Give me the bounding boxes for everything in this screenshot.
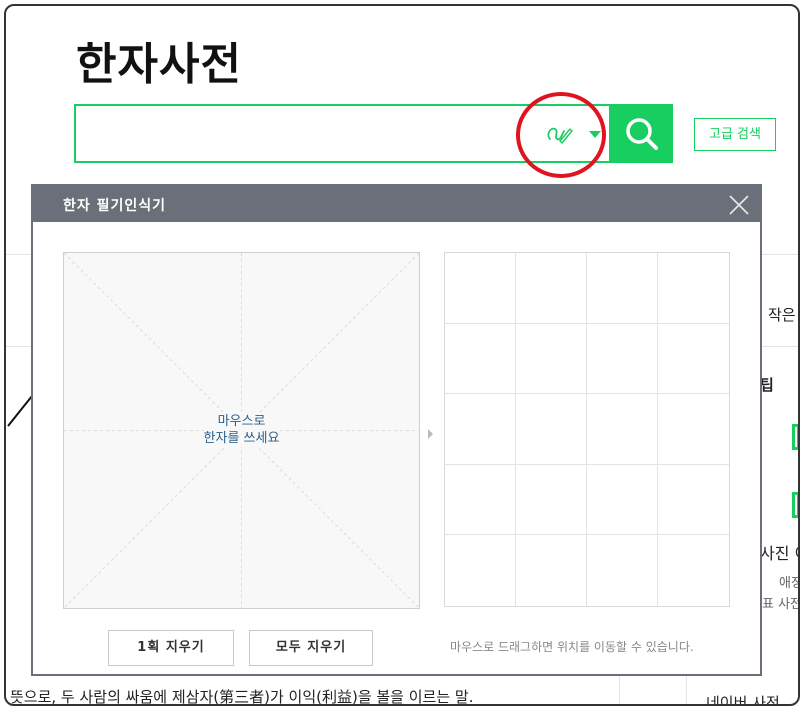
candidate-grid <box>444 252 730 607</box>
drawing-hint-line2: 한자를 쓰세요 <box>203 430 280 447</box>
green-marker <box>792 424 798 450</box>
browser-frame: 한자사전 작은 팁 사진 이 애정 표 사전 뜻으로, 두 사람의 싸움에 제삼… <box>4 4 800 706</box>
divider <box>619 676 620 704</box>
side-label-dict: 사진 이 <box>760 544 798 563</box>
search-button[interactable] <box>611 104 673 163</box>
side-label-small: 작은 <box>768 306 796 324</box>
candidate-cell[interactable] <box>445 464 516 536</box>
page-title: 한자사전 <box>76 39 242 90</box>
candidate-cell[interactable] <box>658 253 729 324</box>
candidate-cell[interactable] <box>587 464 658 536</box>
side-label-tip: 팁 <box>760 376 774 394</box>
search-box <box>74 104 611 163</box>
bottom-sentence: 뜻으로, 두 사람의 싸움에 제삼자(第三者)가 이익(利益)을 볼을 이르는 … <box>10 688 474 706</box>
arrow-right-icon <box>428 429 433 439</box>
close-icon[interactable] <box>728 194 750 216</box>
candidate-cell[interactable] <box>445 394 516 465</box>
candidate-cell[interactable] <box>516 323 587 395</box>
candidate-cell[interactable] <box>516 535 587 606</box>
candidate-cell[interactable] <box>587 253 658 324</box>
drag-note: 마우스로 드래그하면 위치를 이동할 수 있습니다. <box>450 640 694 654</box>
candidate-cell[interactable] <box>587 535 658 606</box>
candidate-cell[interactable] <box>658 465 729 536</box>
panel-title: 한자 필기인식기 <box>63 198 167 214</box>
caret-down-icon[interactable] <box>589 131 601 138</box>
side-label-love: 애정 <box>779 576 798 591</box>
divider <box>686 676 687 704</box>
candidate-cell[interactable] <box>658 394 729 465</box>
clear-stroke-button[interactable]: 1획 지우기 <box>108 630 234 666</box>
search-input[interactable] <box>84 112 508 156</box>
candidate-cell[interactable] <box>445 323 516 395</box>
advanced-search-button[interactable]: 고급 검색 <box>694 118 776 151</box>
divider <box>758 346 798 347</box>
pen-icon[interactable] <box>544 121 574 147</box>
divider <box>758 254 798 255</box>
panel-header[interactable]: 한자 필기인식기 <box>33 186 760 222</box>
candidate-cell[interactable] <box>516 253 587 324</box>
candidate-cell[interactable] <box>658 535 729 606</box>
drawing-hint: 마우스로 한자를 쓰세요 <box>64 413 419 447</box>
candidate-cell[interactable] <box>445 253 516 324</box>
bottom-right-link[interactable]: 네이버 사전 <box>706 692 780 704</box>
handwriting-panel[interactable]: 한자 필기인식기 마우스로 한자를 쓰세요 1획 지우기 모두 지우기 마우스로… <box>31 184 762 676</box>
drawing-hint-line1: 마우스로 <box>217 413 266 430</box>
candidate-cell[interactable] <box>445 535 516 606</box>
candidate-cell[interactable] <box>516 464 587 536</box>
clear-all-button[interactable]: 모두 지우기 <box>249 630 373 666</box>
search-icon <box>626 118 658 150</box>
side-label-rep: 표 사전 <box>762 597 800 612</box>
candidate-cell[interactable] <box>587 323 658 395</box>
candidate-cell[interactable] <box>658 324 729 395</box>
drawing-canvas[interactable]: 마우스로 한자를 쓰세요 <box>63 252 420 609</box>
green-marker <box>792 492 798 518</box>
candidate-cell[interactable] <box>587 394 658 465</box>
candidate-cell[interactable] <box>516 394 587 465</box>
